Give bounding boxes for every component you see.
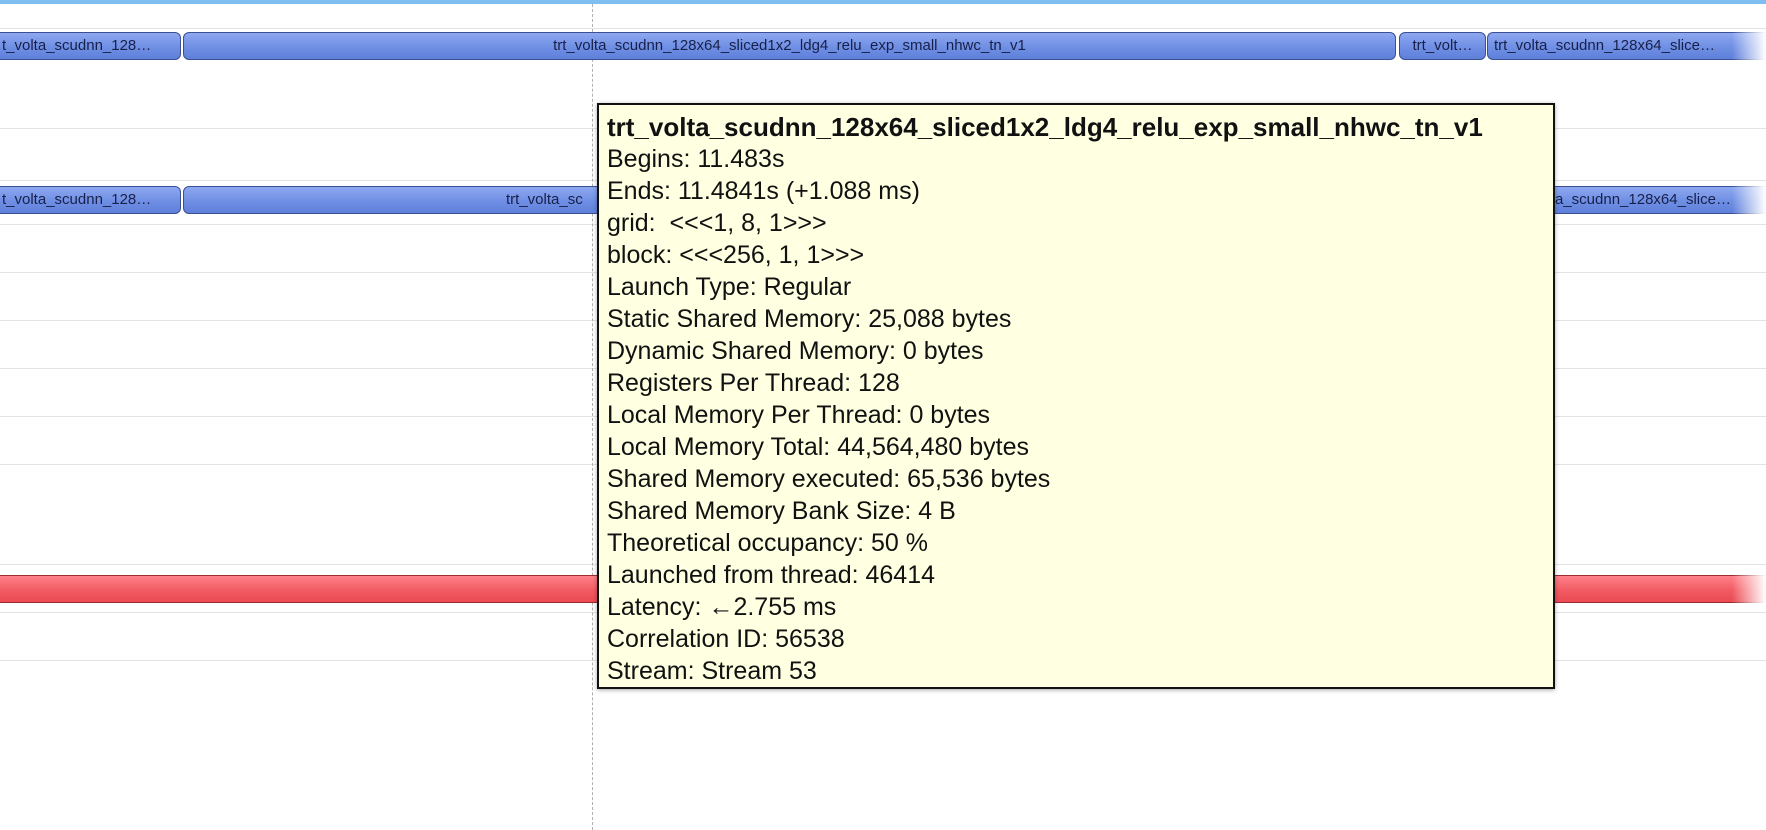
edge-fade — [1732, 31, 1766, 61]
tooltip-local-memory-total: Local Memory Total: 44,564,480 bytes — [607, 433, 1030, 461]
tooltip-shared-memory-executed: Shared Memory executed: 65,536 bytes — [607, 465, 1051, 493]
tooltip-ends: Ends: 11.4841s (+1.088 ms) — [607, 177, 920, 205]
row-separator — [0, 28, 1766, 29]
tooltip-correlation-id: Correlation ID: 56538 — [607, 625, 845, 653]
kernel-tooltip: trt_volta_scudnn_128x64_sliced1x2_ldg4_r… — [597, 103, 1555, 689]
tooltip-begins: Begins: 11.483s — [607, 145, 785, 173]
kernel-bar-row2-left[interactable]: t_volta_scudnn_128… — [0, 186, 181, 214]
edge-fade — [1732, 185, 1766, 215]
tooltip-dynamic-shared-memory: Dynamic Shared Memory: 0 bytes — [607, 337, 984, 365]
tooltip-shared-memory-bank-size: Shared Memory Bank Size: 4 B — [607, 497, 956, 525]
tooltip-launched-from-thread: Launched from thread: 46414 — [607, 561, 936, 589]
tooltip-local-memory-per-thread: Local Memory Per Thread: 0 bytes — [607, 401, 991, 429]
timeline-view: t_volta_scudnn_128… trt_volta_scudnn_128… — [0, 0, 1766, 830]
tooltip-latency: Latency: ←2.755 ms — [607, 593, 837, 621]
tooltip-registers-per-thread: Registers Per Thread: 128 — [607, 369, 900, 397]
kernel-bar-row1-right[interactable]: trt_volta_scudnn_128x64_slice… — [1487, 32, 1766, 60]
kernel-bar-row1-small[interactable]: trt_volt… — [1399, 32, 1486, 60]
tooltip-stream: Stream: Stream 53 — [607, 657, 817, 685]
edge-fade — [1732, 574, 1766, 604]
tooltip-title: trt_volta_scudnn_128x64_sliced1x2_ldg4_r… — [607, 112, 1483, 142]
time-cursor-line — [592, 4, 593, 830]
tooltip-block: block: <<<256, 1, 1>>> — [607, 241, 865, 269]
kernel-bar-row1-main[interactable]: trt_volta_scudnn_128x64_sliced1x2_ldg4_r… — [183, 32, 1396, 60]
tooltip-static-shared-memory: Static Shared Memory: 25,088 bytes — [607, 305, 1012, 333]
kernel-bar-row2-main[interactable]: trt_volta_sc — [183, 186, 643, 214]
tooltip-theoretical-occupancy: Theoretical occupancy: 50 % — [607, 529, 929, 557]
selection-strip — [0, 0, 1766, 4]
kernel-bar-row1-left[interactable]: t_volta_scudnn_128… — [0, 32, 181, 60]
tooltip-launch-type: Launch Type: Regular — [607, 273, 852, 301]
tooltip-grid: grid: <<<1, 8, 1>>> — [607, 209, 827, 237]
